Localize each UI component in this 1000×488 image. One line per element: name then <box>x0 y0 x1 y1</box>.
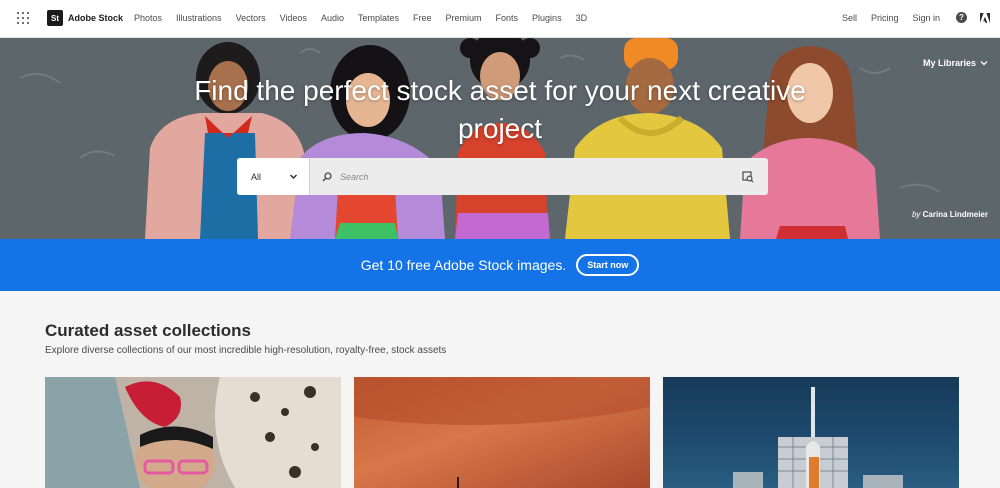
image-search-icon <box>742 170 754 182</box>
promo-text: Get 10 free Adobe Stock images. <box>360 257 567 273</box>
collection-image <box>733 387 903 488</box>
adobe-stock-logo[interactable]: St Adobe Stock <box>47 10 123 26</box>
search-input[interactable]: Search <box>310 158 728 195</box>
section-title: Curated asset collections <box>45 321 251 340</box>
my-libraries-label: My Libraries <box>922 58 976 68</box>
collection-image <box>45 377 341 488</box>
top-nav: St Adobe Stock Photos Illustrations Vect… <box>0 0 1000 38</box>
logo-badge: St <box>47 10 63 26</box>
search-bar: All Search <box>237 158 768 195</box>
logo-text: Adobe Stock <box>68 13 124 23</box>
right-nav: Sell Pricing Sign in ? <box>828 12 990 23</box>
help-icon[interactable]: ? <box>956 12 967 23</box>
search-icon <box>322 171 332 181</box>
nav-link-premium[interactable]: Premium <box>446 13 482 23</box>
nav-link-photos[interactable]: Photos <box>134 13 162 23</box>
my-libraries-button[interactable]: My Libraries <box>923 58 988 68</box>
nav-link-3d[interactable]: 3D <box>576 13 588 23</box>
nav-link-fonts[interactable]: Fonts <box>496 13 519 23</box>
nav-link-vectors[interactable]: Vectors <box>236 13 266 23</box>
start-now-button[interactable]: Start now <box>576 254 640 276</box>
nav-link-templates[interactable]: Templates <box>358 13 399 23</box>
artist-credit: by Carina Lindmeier <box>912 210 988 219</box>
collection-image <box>354 377 650 488</box>
sign-in-link[interactable]: Sign in <box>912 13 940 23</box>
chevron-down-icon <box>980 61 988 66</box>
category-select[interactable]: All <box>237 158 310 195</box>
nav-links: Photos Illustrations Vectors Videos Audi… <box>134 13 601 23</box>
hero-banner: Find the perfect stock asset for your ne… <box>0 38 1000 239</box>
pricing-link[interactable]: Pricing <box>871 13 899 23</box>
section-subtitle: Explore diverse collections of our most … <box>45 345 447 356</box>
collection-card[interactable] <box>354 377 650 488</box>
nav-link-plugins[interactable]: Plugins <box>532 13 562 23</box>
promo-banner: Get 10 free Adobe Stock images. Start no… <box>0 239 1000 291</box>
nav-link-illustrations[interactable]: Illustrations <box>176 13 222 23</box>
visual-search-button[interactable] <box>728 158 768 195</box>
adobe-icon[interactable] <box>980 12 990 23</box>
sell-link[interactable]: Sell <box>842 13 857 23</box>
credit-name: Carina Lindmeier <box>922 210 988 219</box>
search-placeholder: Search <box>340 171 369 182</box>
collection-card[interactable] <box>45 377 341 488</box>
collection-card[interactable] <box>663 377 959 488</box>
category-select-value: All <box>251 171 262 182</box>
app-switcher-icon[interactable] <box>17 12 29 24</box>
chevron-down-icon <box>290 174 297 179</box>
hero-title: Find the perfect stock asset for your ne… <box>194 75 806 144</box>
nav-link-audio[interactable]: Audio <box>321 13 344 23</box>
nav-link-free[interactable]: Free <box>413 13 432 23</box>
nav-link-videos[interactable]: Videos <box>280 13 307 23</box>
credit-by: by <box>911 210 921 219</box>
